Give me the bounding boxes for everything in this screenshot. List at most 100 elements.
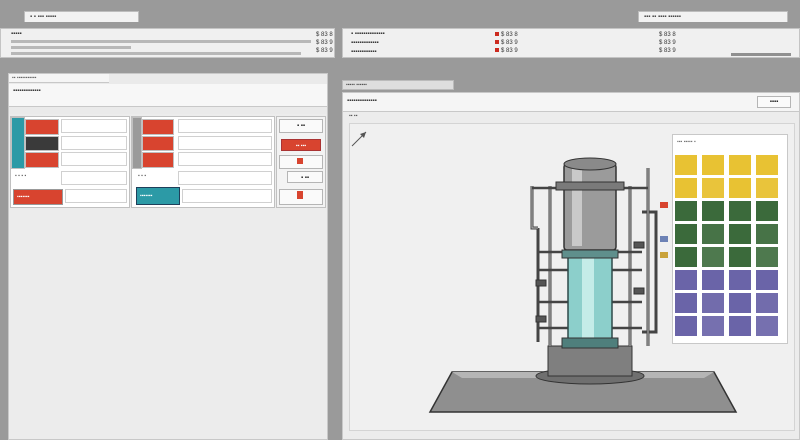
list-item[interactable]: [61, 152, 127, 166]
color-cell-dark[interactable]: [25, 136, 59, 151]
swatch-teal[interactable]: ▪▪▪▪▪▪▪: [136, 187, 180, 205]
list-item[interactable]: [178, 119, 272, 133]
legend-cell: [756, 316, 778, 336]
legend-cell: [675, 270, 697, 290]
window-tab-left[interactable]: ▪ ▪ ▪▪▪ ▪▪▪▪▪: [24, 11, 139, 22]
legend-cell: [756, 224, 778, 244]
color-cell-red[interactable]: [25, 119, 59, 135]
left-panel-tab[interactable]: ▪▪ ▪▪▪▪▪▪▪▪▪▪▪: [9, 74, 109, 83]
legend-cell: [756, 293, 778, 313]
swatch-icon: [297, 191, 303, 200]
indicator-gold-icon: [660, 252, 668, 258]
alert-marker-icon: [495, 48, 499, 53]
alert-marker-icon: [495, 32, 499, 37]
right-panel-tab[interactable]: ▪▪▪▪▪ ▪▪▪▪▪▪: [342, 80, 454, 90]
legend-cell: [729, 293, 751, 313]
legend-cell: [702, 293, 724, 313]
legend-title: ▪▪▪ ▪▪▪▪▪ ▪: [677, 139, 696, 145]
list-item[interactable]: [61, 119, 127, 133]
swatch-row[interactable]: [279, 155, 323, 169]
legend-cell: [675, 293, 697, 313]
list-item[interactable]: [178, 136, 272, 150]
list-item[interactable]: [61, 136, 127, 150]
status-mid-value: $ 83 9: [495, 48, 518, 54]
indicator-blue-icon: [660, 236, 668, 242]
color-cell-red[interactable]: [142, 152, 174, 168]
color-cell-teal: [11, 117, 25, 169]
legend-cell: [675, 155, 697, 175]
row-grid-right: ▪ ▪ ▪ ▪▪▪▪▪▪▪: [131, 116, 275, 208]
swatch-red[interactable]: ▪▪▪▪▪▪▪: [13, 189, 63, 205]
status-right-value: $ 83 9: [659, 40, 676, 46]
glass-column-cap: [561, 249, 619, 259]
legend-cell: [729, 270, 751, 290]
status-left-value: $ 83 9: [316, 40, 333, 46]
legend-cell: [702, 247, 724, 267]
color-cell-red[interactable]: [142, 119, 174, 135]
legend-cell: [756, 270, 778, 290]
side-controls: ▪ ▪▪ ▪▪ ▪▪▪ ▪ ▪▪: [276, 116, 326, 208]
list-item[interactable]: [182, 189, 272, 203]
row-footer-label: ▪ ▪ ▪: [138, 173, 147, 179]
vessel-cap: [563, 157, 617, 171]
status-mid-label: ▪▪▪▪▪▪▪▪▪▪▪▪: [351, 49, 377, 55]
legend-cell: [756, 155, 778, 175]
status-strip-right: ▪ ▪▪▪▪▪▪▪▪▪▪▪▪▪▪ ▪▪▪▪▪▪▪▪▪▪▪▪▪ ▪▪▪▪▪▪▪▪▪…: [342, 28, 800, 58]
legend-grid: [675, 155, 785, 339]
legend-cell: [756, 178, 778, 198]
status-mid-value: $ 83 9: [495, 40, 518, 46]
legend-cell: [702, 270, 724, 290]
list-item[interactable]: [178, 152, 272, 166]
row-footer-label: ▪ ▪ ▪ ▪: [15, 173, 27, 179]
status-line: [11, 40, 311, 43]
pedestal-stem: [547, 345, 633, 377]
window-tab-right[interactable]: ▪▪▪ ▪▪ ▪▪▪▪ ▪▪▪▪▪▪: [638, 11, 788, 22]
color-legend: ▪▪▪ ▪▪▪▪▪ ▪: [672, 134, 788, 344]
legend-cell: [702, 201, 724, 221]
legend-cell: [675, 178, 697, 198]
vessel-top: [563, 163, 617, 251]
readout-field[interactable]: ▪ ▪▪: [287, 171, 323, 183]
legend-cell: [702, 178, 724, 198]
status-mid-label: ▪▪▪▪▪▪▪▪▪▪▪▪▪: [351, 40, 379, 46]
list-item[interactable]: [61, 171, 127, 185]
indicator-red-icon: [660, 202, 668, 208]
legend-cell: [702, 224, 724, 244]
value-field[interactable]: ▪ ▪▪: [279, 119, 323, 133]
legend-cell: [675, 201, 697, 221]
left-panel-header: ▪▪▪▪▪▪▪▪▪▪▪▪▪: [9, 84, 327, 107]
status-left-value: $ 83 8: [316, 32, 333, 38]
color-cell-red[interactable]: [25, 152, 59, 168]
legend-cell: [702, 155, 724, 175]
legend-cell: [729, 201, 751, 221]
legend-cell: [729, 247, 751, 267]
glass-column-foot: [561, 337, 619, 349]
vessel-cap-ring: [555, 181, 625, 191]
list-item[interactable]: [178, 171, 272, 185]
color-cell-red[interactable]: [142, 136, 174, 151]
swatch-icon: [297, 158, 303, 165]
status-left-value: $ 83 9: [316, 48, 333, 54]
status-line: [11, 52, 301, 55]
list-item[interactable]: [65, 189, 127, 203]
status-left-title: ▪▪▪▪▪: [11, 31, 22, 37]
vessel-top-shine: [572, 168, 582, 246]
legend-cell: [729, 224, 751, 244]
status-right-value: $ 83 8: [659, 32, 676, 38]
status-strip-left: ▪▪▪▪▪ $ 83 8 $ 83 9 $ 83 9: [0, 28, 335, 58]
status-mid-value: $ 83 8: [495, 32, 518, 38]
action-button[interactable]: ▪▪ ▪▪▪: [281, 139, 321, 151]
legend-cell: [729, 178, 751, 198]
legend-cell: [756, 201, 778, 221]
legend-cell: [675, 316, 697, 336]
color-cell-gray: [132, 117, 142, 169]
status-mid-label: ▪ ▪▪▪▪▪▪▪▪▪▪▪▪▪▪: [351, 31, 385, 37]
status-line: [731, 53, 791, 56]
status-right-value: $ 83 9: [659, 48, 676, 54]
legend-cell: [729, 155, 751, 175]
legend-cell: [675, 224, 697, 244]
page-title: ▪▪▪▪▪▪▪▪▪▪▪▪▪: [13, 88, 41, 94]
swatch-row[interactable]: [279, 189, 323, 205]
row-grid-left: ▪ ▪ ▪ ▪ ▪▪▪▪▪▪▪: [10, 116, 130, 208]
legend-cell: [702, 316, 724, 336]
